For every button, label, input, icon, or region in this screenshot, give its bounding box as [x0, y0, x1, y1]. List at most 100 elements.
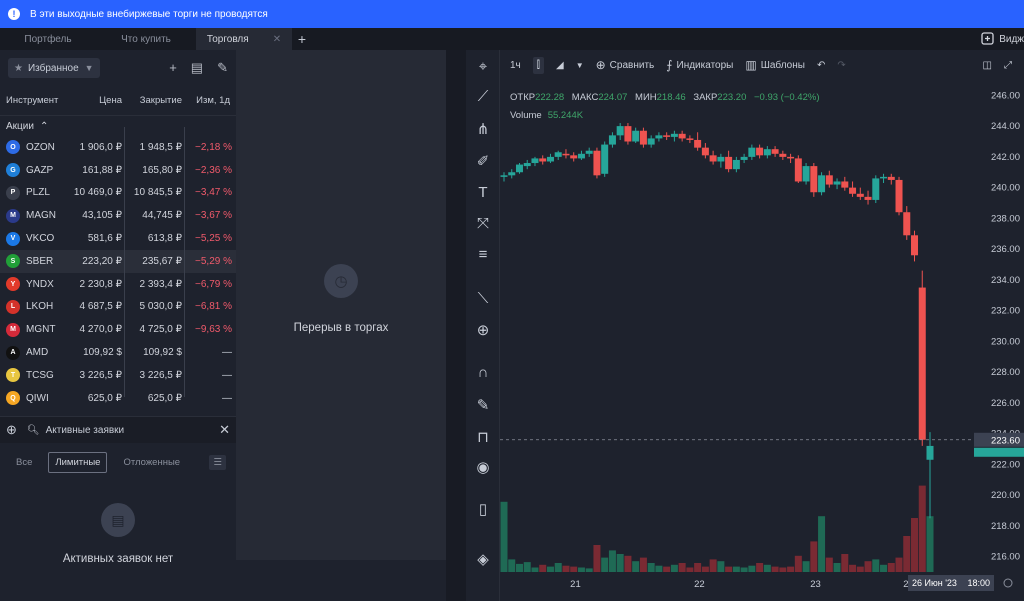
text-icon[interactable]: T [474, 184, 492, 201]
compare-button[interactable]: ⊕ Сравнить [596, 58, 655, 72]
crosshair-icon[interactable]: ⌖ [474, 58, 492, 75]
lock-drawing-icon[interactable]: ✎ [474, 396, 492, 414]
volume-bar [585, 568, 593, 572]
zoom-in-icon[interactable]: ⊕ [474, 321, 492, 339]
watchlist-row[interactable]: Y YNDX 2 230,8 ₽ 2 393,4 ₽ −6,79 % [0, 273, 236, 296]
watchlist-row[interactable]: M MAGN 43,105 ₽ 44,745 ₽ −3,67 % [0, 204, 236, 227]
favorites-dropdown[interactable]: ★ Избранное ▼ [8, 58, 100, 78]
col-change[interactable]: Изм, 1д [182, 95, 230, 106]
filter-icon[interactable]: ☰ [209, 454, 226, 470]
price-tick-label: 242.00 [991, 152, 1020, 163]
candle [694, 139, 702, 148]
watchlist-row[interactable]: V VKCO 581,6 ₽ 613,8 ₽ −5,25 % [0, 227, 236, 250]
watchlist-row[interactable]: M MGNT 4 270,0 ₽ 4 725,0 ₽ −9,63 % [0, 318, 236, 341]
ticker: PLZL [26, 187, 50, 199]
templates-button[interactable]: ▥ Шаблоны [745, 58, 805, 72]
add-tab-icon[interactable]: + [292, 31, 312, 47]
watchlist-row[interactable]: G GAZP 161,88 ₽ 165,80 ₽ −2,36 % [0, 159, 236, 182]
candle [818, 175, 826, 193]
orders-tab-all[interactable]: Все [10, 453, 38, 472]
eye-icon[interactable]: ◉ [474, 458, 492, 476]
volume-bar [663, 566, 671, 572]
close-price: 4 725,0 ₽ [139, 324, 182, 336]
watchlist-row[interactable]: Q QIWI 625,0 ₽ 625,0 ₽ — [0, 387, 236, 410]
volume-bar [500, 501, 508, 572]
candle [771, 149, 779, 154]
notes-icon[interactable]: ▤ [191, 60, 203, 76]
col-instrument[interactable]: Инструмент [0, 95, 70, 106]
section-stocks[interactable]: Акции ⌃ [0, 116, 236, 136]
undo-icon[interactable]: ↶ [817, 60, 825, 71]
layers-icon[interactable]: ◈ [474, 550, 492, 568]
chevron-up-icon: ⌃ [39, 120, 49, 132]
change: −5,29 % [195, 255, 232, 267]
indicators-button[interactable]: ⨍ Индикаторы [666, 58, 733, 72]
trash-icon[interactable]: ▯ [474, 500, 492, 518]
chart-type-icon[interactable]: ◢ [556, 60, 564, 71]
pitchfork-icon[interactable]: ⋔ [474, 120, 492, 138]
edit-icon[interactable]: ✎ [217, 60, 228, 76]
candle [895, 179, 903, 213]
price-tick-label: 228.00 [991, 367, 1020, 378]
watchlist-row[interactable]: L LKOH 4 687,5 ₽ 5 030,0 ₽ −6,81 % [0, 296, 236, 319]
fullscreen-icon[interactable]: ⤢ [1004, 60, 1012, 71]
volume-bar [539, 564, 547, 572]
candle [779, 153, 787, 157]
candles-icon[interactable]: ⫿ [532, 56, 544, 74]
volume-bar [608, 550, 616, 572]
price-tick-label: 236.00 [991, 244, 1020, 255]
price: 10 469,0 ₽ [73, 187, 122, 199]
candle [577, 153, 585, 159]
redo-icon[interactable]: ↷ [837, 60, 845, 71]
camera-icon[interactable]: ◫ [983, 60, 992, 71]
magnet-icon[interactable]: ∩ [474, 364, 492, 381]
close-icon[interactable]: ✕ [219, 422, 230, 438]
chevron-down-icon: ▼ [84, 63, 94, 73]
ticker: QIWI [26, 392, 49, 404]
chevron-down-icon[interactable]: ▼ [576, 61, 584, 70]
col-close[interactable]: Закрытие [122, 95, 182, 106]
crosshair-date: 26 Июн '23 [912, 578, 957, 588]
watchlist-row[interactable]: A AMD 109,92 $ 109,92 $ — [0, 341, 236, 364]
orders-tab-pending[interactable]: Отложенные [117, 453, 186, 472]
tab-what-to-buy[interactable]: Что купить [96, 28, 196, 50]
volume-bar [763, 564, 771, 572]
orders-tab-limit[interactable]: Лимитные [48, 451, 108, 473]
company-logo-icon: Q [6, 391, 20, 406]
volume-bar [709, 559, 717, 572]
price-chart[interactable]: 246.00 244.00 242.00 240.00 238.00 236.00 234.… [500, 80, 1024, 601]
date-tick-label: 22 [694, 579, 705, 590]
watchlist-row[interactable]: O OZON 1 906,0 ₽ 1 948,5 ₽ −2,18 % [0, 136, 236, 159]
watchlist-row[interactable]: T TCSG 3 226,5 ₽ 3 226,5 ₽ — [0, 364, 236, 387]
add-order-icon[interactable]: ⊕ [6, 422, 17, 438]
pattern-icon[interactable]: ⤧ [474, 215, 492, 232]
lock-icon[interactable]: ⊓ [474, 428, 492, 446]
chart-toolbar: 1ч ⫿ ◢ ▼ ⊕ Сравнить ⨍ Индикаторы ▥ Шаблоны … [510, 50, 1024, 80]
widget-button[interactable]: Видж [981, 28, 1024, 50]
tab-portfolio[interactable]: Портфель [0, 28, 96, 50]
volume-bar [911, 518, 919, 572]
volume-bar [787, 566, 795, 572]
search-icon[interactable]: 🔍︎ [27, 425, 40, 436]
company-logo-icon: G [6, 163, 20, 178]
interval-button[interactable]: 1ч [510, 60, 521, 71]
price: 4 270,0 ₽ [79, 324, 122, 336]
trend-line-icon[interactable]: ⟋ [474, 88, 492, 105]
col-price[interactable]: Цена [70, 95, 122, 106]
watchlist-row[interactable]: P PLZL 10 469,0 ₽ 10 845,5 ₽ −3,47 % [0, 182, 236, 205]
ruler-icon[interactable]: ⟍ [474, 290, 492, 307]
close-tab-icon[interactable]: ✕ [273, 34, 281, 45]
candle [639, 130, 647, 145]
candle [918, 287, 926, 440]
price-tick-label: 232.00 [991, 306, 1020, 317]
info-icon: ! [8, 8, 20, 20]
volume-bar [794, 555, 802, 572]
prediction-icon[interactable]: ≡ [474, 246, 492, 263]
brush-icon[interactable]: ✐ [474, 152, 492, 170]
watchlist-row[interactable]: S SBER 223,20 ₽ 235,67 ₽ −5,29 % [0, 249, 236, 273]
add-instrument-icon[interactable]: + [169, 60, 177, 76]
tab-trading[interactable]: Торговля ✕ [196, 28, 292, 50]
volume-bar [864, 561, 872, 572]
current-price-label: 223.60 [991, 435, 1020, 446]
date-tick-label: 21 [570, 579, 581, 590]
